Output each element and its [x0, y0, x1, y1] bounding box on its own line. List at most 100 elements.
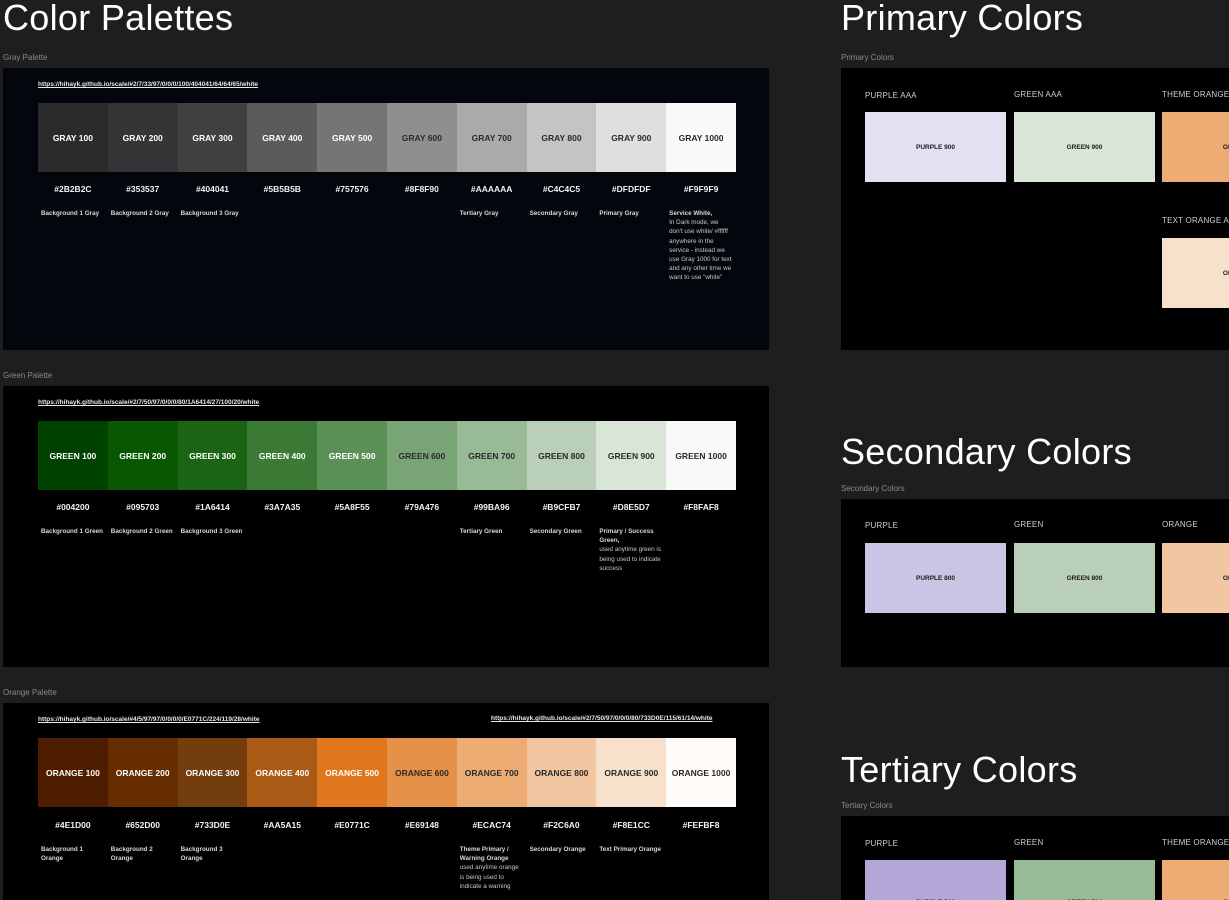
primary-swatch-text-orange[interactable]: ORAN [1162, 238, 1229, 308]
frame-label-tertiary[interactable]: Tertiary Colors [841, 801, 893, 810]
tertiary-swatch-green[interactable]: GREEN 700 [1014, 860, 1155, 900]
green-hex-code: #B9CFB7 [542, 502, 581, 512]
green-swatch-row: GREEN 100 GREEN 200 GREEN 300 GREEN 400 GREE… [38, 421, 736, 490]
gray-usage-note [387, 209, 457, 283]
green-hex-row: #004200 #095703 #1A6414 #3A7A35 #5A8F55 #79A4… [38, 502, 736, 512]
gray-swatch[interactable]: GRAY 200 [107, 103, 178, 172]
gray-swatch[interactable]: GRAY 300 [177, 103, 248, 172]
green-swatch[interactable]: GREEN 600 [386, 421, 457, 490]
primary-col-label-1: GREEN AAA [1014, 90, 1063, 99]
frame-label-secondary[interactable]: Secondary Colors [841, 484, 905, 493]
orange-hex-code: #E0771C [334, 820, 370, 830]
green-swatch[interactable]: GREEN 400 [247, 421, 318, 490]
secondary-colors-heading: Secondary Colors [841, 431, 1132, 472]
green-swatch[interactable]: GREEN 800 [526, 421, 597, 490]
orange-hex-code: #FEFBF8 [682, 820, 720, 830]
primary-col-label-0: PURPLE AAA [865, 91, 917, 100]
gray-usage-note: Service White, In Dark mode, we don't use… [666, 209, 736, 283]
usage-note-body: used anytime green is being used to indi… [599, 546, 661, 572]
usage-note-title: Secondary Green [529, 528, 582, 535]
orange-swatch[interactable]: ORANGE 700 [456, 738, 527, 807]
frame-label-primary[interactable]: Primary Colors [841, 53, 894, 62]
green-swatch[interactable]: GREEN 200 [107, 421, 178, 490]
orange-usage-note [666, 845, 736, 891]
gray-swatch[interactable]: GRAY 100 [38, 103, 108, 172]
gray-hex-code: #8F8F90 [404, 184, 439, 194]
frame-label-orange[interactable]: Orange Palette [3, 688, 57, 697]
primary-colors-frame: PURPLE AAA GREEN AAA THEME ORANGE PURPLE… [841, 68, 1229, 350]
usage-note-title: Background 1 Gray [41, 210, 100, 217]
usage-note-title: Background 1 Orange [41, 846, 83, 863]
green-scale-link[interactable]: https://hihayk.github.io/scale/#2/7/50/9… [38, 399, 259, 406]
tertiary-col-label-1: GREEN [1014, 838, 1044, 847]
orange-swatch[interactable]: ORANGE 900 [596, 738, 667, 807]
usage-note-title: Secondary Gray [529, 210, 578, 217]
green-swatch[interactable]: GREEN 100 [38, 421, 108, 490]
primary-swatch-green[interactable]: GREEN 900 [1014, 112, 1155, 182]
green-swatch[interactable]: GREEN 500 [317, 421, 387, 490]
gray-hex-code: #2B2B2C [54, 184, 92, 194]
usage-note-title: Secondary Orange [529, 846, 586, 853]
secondary-swatch-orange[interactable]: ORAN [1162, 543, 1229, 613]
gray-swatch[interactable]: GRAY 800 [526, 103, 597, 172]
tertiary-swatch-purple[interactable]: PURPLE 700 [865, 860, 1006, 900]
green-hex-code: #004200 [56, 502, 90, 512]
green-swatch[interactable]: GREEN 900 [596, 421, 667, 490]
orange-swatch[interactable]: ORANGE 1000 [666, 738, 736, 807]
gray-usage-note: Primary Gray [596, 209, 666, 283]
secondary-swatch-green[interactable]: GREEN 800 [1014, 543, 1155, 613]
gray-swatch[interactable]: GRAY 400 [247, 103, 318, 172]
orange-swatch-row: ORANGE 100 ORANGE 200 ORANGE 300 ORANGE 400… [38, 738, 736, 807]
green-usage-note: Background 2 Green [108, 527, 178, 573]
green-palette-frame: https://hihayk.github.io/scale/#2/7/50/9… [3, 386, 769, 667]
green-swatch[interactable]: GREEN 1000 [666, 421, 736, 490]
tertiary-col-label-0: PURPLE [865, 839, 899, 848]
orange-swatch[interactable]: ORANGE 600 [386, 738, 457, 807]
gray-swatch[interactable]: GRAY 600 [386, 103, 457, 172]
frame-label-gray[interactable]: Gray Palette [3, 53, 47, 62]
green-hex-code: #5A8F55 [334, 502, 370, 512]
gray-hex-code: #353537 [126, 184, 160, 194]
orange-swatch[interactable]: ORANGE 800 [526, 738, 597, 807]
green-hex-code: #99BA96 [473, 502, 510, 512]
orange-swatch[interactable]: ORANGE 100 [38, 738, 108, 807]
secondary-swatch-purple[interactable]: PURPLE 800 [865, 543, 1006, 613]
green-usage-note [666, 527, 736, 573]
frame-label-green[interactable]: Green Palette [3, 371, 52, 380]
green-swatch[interactable]: GREEN 700 [456, 421, 527, 490]
primary-swatch-orange[interactable]: ORAN [1162, 112, 1229, 182]
orange-hex-code: #4E1D00 [55, 820, 91, 830]
orange-swatch[interactable]: ORANGE 400 [247, 738, 318, 807]
gray-swatch[interactable]: GRAY 900 [596, 103, 667, 172]
green-hex-code: #095703 [126, 502, 160, 512]
orange-scale-link[interactable]: https://hihayk.github.io/scale/#4/5/97/9… [38, 716, 259, 723]
usage-note-title: Primary Gray [599, 210, 639, 217]
orange-hex-code: #F8E1CC [612, 820, 650, 830]
orange-hex-code: #AA5A15 [263, 820, 301, 830]
orange-usage-note [387, 845, 457, 891]
gray-swatch-row: GRAY 100 GRAY 200 GRAY 300 GRAY 400 GRAY 500… [38, 103, 736, 172]
gray-scale-link[interactable]: https://hihayk.github.io/scale/#2/7/33/9… [38, 81, 258, 88]
green-swatch[interactable]: GREEN 300 [177, 421, 248, 490]
primary-col-label-2: THEME ORANGE [1162, 90, 1229, 99]
primary-colors-heading: Primary Colors [841, 0, 1084, 38]
gray-hex-code: #404041 [195, 184, 230, 194]
green-hex-code: #D8E5D7 [612, 502, 650, 512]
orange-scale-link-alt[interactable]: https://hihayk.github.io/scale/#2/7/50/9… [491, 715, 712, 722]
primary-text-orange-label: TEXT ORANGE A [1162, 216, 1229, 225]
orange-usage-note: Secondary Orange [527, 845, 597, 891]
green-usage-note: Background 3 Green [178, 527, 248, 573]
green-usage-note [317, 527, 387, 573]
gray-usage-note: Background 3 Gray [178, 209, 248, 283]
usage-note-title: Background 1 Green [41, 528, 103, 535]
primary-swatch-purple[interactable]: PURPLE 900 [865, 112, 1006, 182]
orange-swatch[interactable]: ORANGE 500 [317, 738, 387, 807]
orange-usage-note: Background 1 Orange [38, 845, 108, 891]
gray-swatch[interactable]: GRAY 700 [456, 103, 527, 172]
gray-swatch[interactable]: GRAY 1000 [666, 103, 736, 172]
usage-note-title: Background 3 Gray [180, 210, 239, 217]
gray-swatch[interactable]: GRAY 500 [317, 103, 387, 172]
orange-swatch[interactable]: ORANGE 300 [177, 738, 248, 807]
tertiary-swatch-orange[interactable]: ORAN [1162, 860, 1229, 900]
orange-swatch[interactable]: ORANGE 200 [107, 738, 178, 807]
